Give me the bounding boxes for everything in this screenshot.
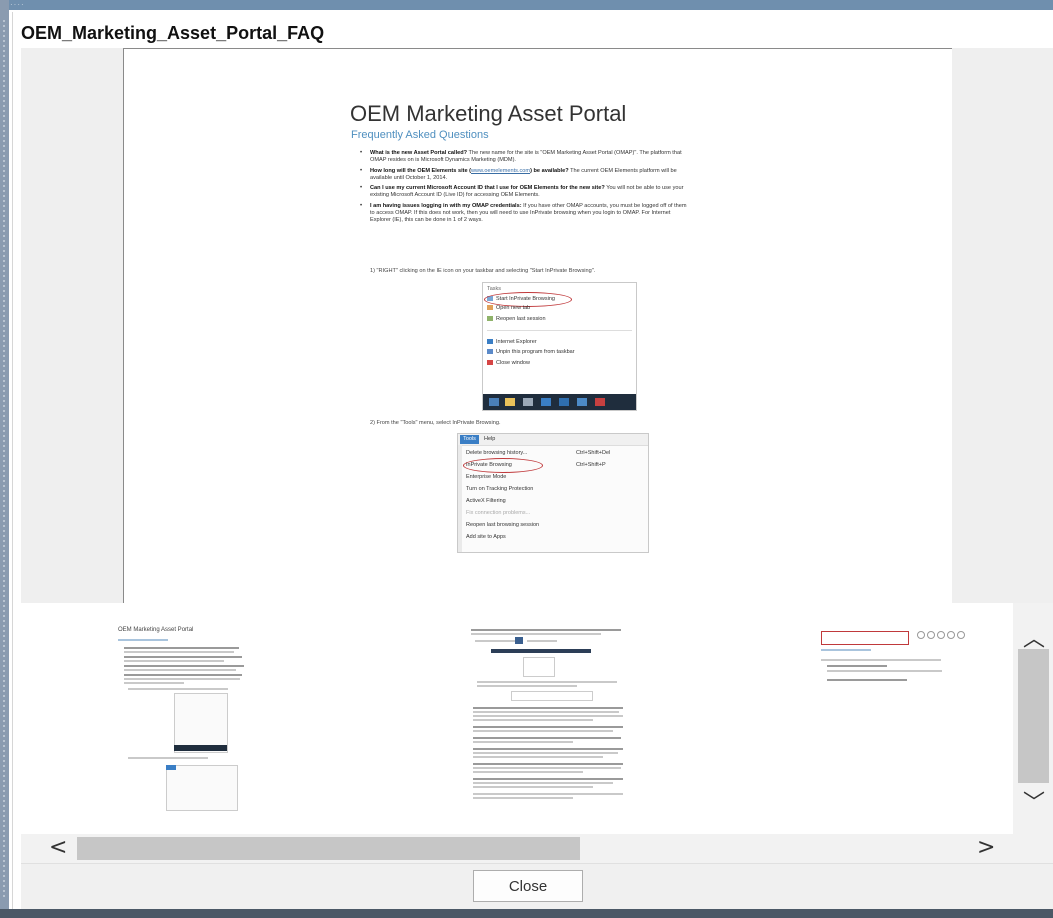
menu-bar: Tools Help (458, 434, 648, 446)
app-icon (523, 398, 533, 406)
menu-shortcut: Ctrl+Shift+Del (576, 450, 611, 456)
dialog-footer: Close (21, 863, 1053, 910)
document-page: OEM Marketing Asset Portal Frequently As… (123, 48, 952, 605)
page-thumbnail-2[interactable] (471, 627, 631, 817)
document-preview-dialog: OEM_Marketing_Asset_Portal_FAQ OEM Marke… (12, 12, 1053, 910)
step-2-text: 2) From the "Tools" menu, select InPriva… (370, 420, 501, 426)
menu-item: Enterprise Mode (466, 474, 507, 480)
scroll-up-button[interactable]: ︿ (1023, 629, 1045, 651)
document-subtitle: Frequently Asked Questions (351, 129, 489, 141)
jump-list-item: Reopen last session (487, 316, 546, 322)
jump-list-item: Open new tab (487, 305, 530, 311)
jump-list-item: Unpin this program from taskbar (487, 349, 575, 355)
app-icon (577, 398, 587, 406)
start-icon (489, 398, 499, 406)
page-thumbnail-3[interactable] (821, 627, 971, 727)
taskbar (483, 394, 636, 410)
jump-list-item: Close window (487, 360, 530, 366)
ie-icon (487, 339, 493, 345)
tab-icon (487, 305, 493, 311)
scroll-down-button[interactable]: ﹀ (1023, 793, 1045, 815)
thumbnail-title: OEM Marketing Asset Portal (118, 627, 194, 633)
menu-gutter (458, 445, 462, 552)
menu-tab-help: Help (484, 436, 496, 442)
page-thumbnails[interactable]: OEM Marketing Asset Portal (21, 603, 1021, 834)
menu-item: Turn on Tracking Protection (466, 486, 534, 492)
app-icon (595, 398, 605, 406)
faq-item: I am having issues logging in with my OM… (360, 203, 692, 225)
jump-list-header: Tasks (487, 286, 502, 292)
faq-question: What is the new Asset Portal called? (370, 150, 468, 156)
horizontal-scrollbar[interactable]: < > (21, 834, 1013, 863)
faq-question: Can I use my current Microsoft Account I… (370, 185, 605, 192)
session-icon (487, 316, 493, 322)
menu-item: Reopen last browsing session (466, 522, 540, 528)
document-viewer[interactable]: OEM Marketing Asset Portal Frequently As… (21, 48, 1053, 605)
faq-item: Can I use my current Microsoft Account I… (360, 185, 692, 200)
step-1-text: 1) "RIGHT" clicking on the IE icon on yo… (370, 268, 596, 274)
menu-item: Add site to Apps (466, 534, 506, 540)
scrollbar-corner (1013, 834, 1053, 863)
chevron-down-icon: ﹀ (1023, 791, 1046, 816)
dialog-title: OEM_Marketing_Asset_Portal_FAQ (21, 23, 325, 43)
window-frame-left (0, 0, 9, 918)
menu-item: Delete browsing history... (466, 450, 528, 456)
horizontal-scroll-thumb[interactable] (77, 837, 580, 860)
scroll-right-button[interactable]: > (977, 837, 995, 859)
highlight-circle (463, 458, 543, 473)
ie-taskbar-icon (541, 398, 551, 406)
page-thumbnail-1[interactable]: OEM Marketing Asset Portal (116, 627, 256, 817)
close-button[interactable]: Close (473, 870, 583, 902)
window-frame-top (0, 0, 1053, 10)
pin-icon (487, 349, 493, 355)
vertical-scrollbar[interactable]: ︿ ﹀ (1013, 603, 1053, 834)
vertical-scroll-thumb[interactable] (1018, 649, 1049, 783)
chevron-right-icon: > (977, 835, 996, 860)
faq-question: ) be available? (530, 167, 569, 174)
faq-question: I am having issues logging in with my OM… (370, 202, 522, 209)
menu-item: Fix connection problems... (466, 510, 531, 516)
menu-shortcut: Ctrl+Shift+P (576, 462, 606, 468)
jump-list-item: Internet Explorer (487, 339, 537, 345)
jump-list-screenshot: Tasks Start InPrivate Browsing Open new … (482, 282, 637, 411)
oem-elements-link[interactable]: www.oemelements.com (471, 168, 530, 174)
menu-tab-tools: Tools (460, 435, 479, 444)
close-window-icon (487, 360, 493, 366)
folder-icon (505, 398, 515, 406)
app-icon (559, 398, 569, 406)
window-grip-icon[interactable]: ···· (10, 1, 25, 9)
faq-question: How long will the OEM Elements site ( (370, 167, 472, 174)
document-title: OEM Marketing Asset Portal (350, 101, 627, 126)
faq-list: What is the new Asset Portal called? The… (360, 150, 692, 228)
faq-item: How long will the OEM Elements site (www… (360, 168, 692, 183)
chevron-left-icon: < (49, 835, 68, 860)
menu-item: ActiveX Filtering (466, 498, 506, 504)
scroll-left-button[interactable]: < (49, 837, 67, 859)
divider (487, 330, 632, 331)
window-frame-bottom (0, 909, 1053, 918)
faq-item: What is the new Asset Portal called? The… (360, 150, 692, 165)
tools-menu-screenshot: Tools Help Delete browsing history... Ct… (457, 433, 649, 553)
